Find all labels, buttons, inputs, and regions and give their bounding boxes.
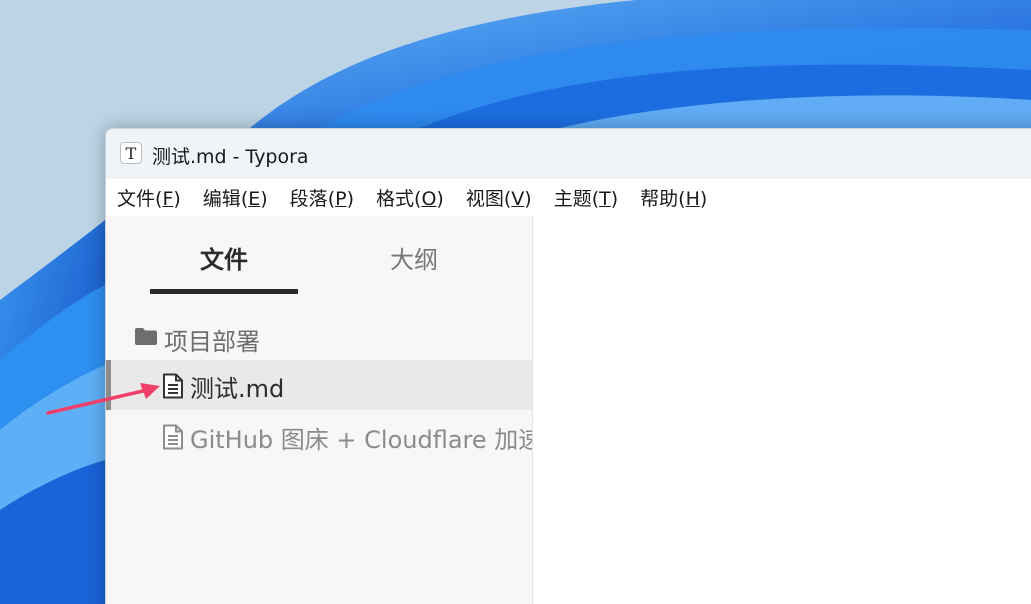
tab-files[interactable]: 文件	[200, 240, 248, 275]
folder-name: 项目部署	[164, 328, 260, 356]
file-sidebar: 文件 大纲 项目部署 测试.md GitHub 图床 + Cloudflare …	[106, 216, 533, 604]
window-title: 测试.md - Typora	[152, 146, 309, 168]
menu-paragraph[interactable]: 段落(P)	[290, 182, 354, 213]
menu-help[interactable]: 帮助(H)	[640, 182, 707, 213]
menu-format[interactable]: 格式(O)	[376, 182, 444, 213]
folder-icon	[135, 328, 157, 345]
menu-file[interactable]: 文件(F)	[117, 182, 181, 213]
menu-edit[interactable]: 编辑(E)	[203, 182, 268, 213]
document-icon	[163, 424, 183, 450]
menu-view[interactable]: 视图(V)	[466, 182, 532, 213]
file-name: GitHub 图床 + Cloudflare 加速 部	[190, 426, 532, 454]
desktop: T 测试.md - Typora 文件(F) 编辑(E) 段落(P) 格式(O)…	[0, 0, 1031, 604]
file-item-active[interactable]: 测试.md	[106, 360, 532, 410]
title-bar[interactable]: T 测试.md - Typora	[106, 129, 1031, 179]
menu-bar: 文件(F) 编辑(E) 段落(P) 格式(O) 视图(V) 主题(T) 帮助(H…	[106, 179, 1031, 216]
file-item[interactable]: GitHub 图床 + Cloudflare 加速 部	[106, 411, 532, 461]
editor-area[interactable]	[533, 216, 1031, 604]
typora-app-icon: T	[120, 142, 142, 164]
active-tab-indicator	[150, 289, 298, 294]
file-name: 测试.md	[190, 375, 285, 403]
typora-window: T 测试.md - Typora 文件(F) 编辑(E) 段落(P) 格式(O)…	[105, 128, 1031, 604]
tab-outline[interactable]: 大纲	[390, 240, 438, 275]
menu-theme[interactable]: 主题(T)	[554, 182, 618, 213]
document-icon	[163, 373, 183, 399]
folder-row[interactable]: 项目部署	[106, 318, 532, 356]
